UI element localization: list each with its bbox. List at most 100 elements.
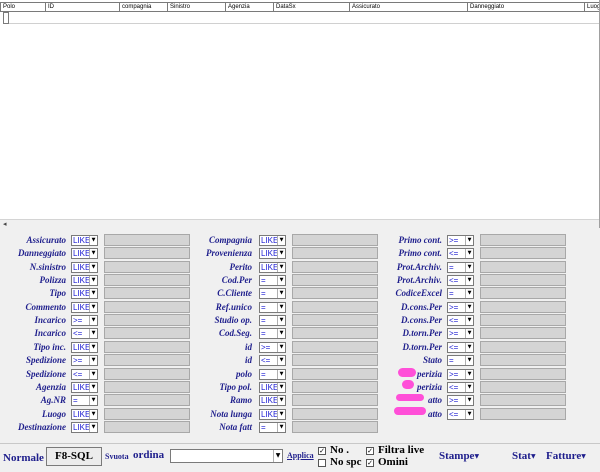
scroll-left-icon[interactable]: ◂ (3, 220, 11, 228)
column-header[interactable]: ID (45, 2, 119, 12)
svuota-ordina-link[interactable]: Svuota (105, 452, 129, 461)
chevron-down-icon[interactable]: ▼ (277, 423, 285, 432)
filter-value-input[interactable] (480, 274, 566, 286)
filter-value-input[interactable] (292, 354, 378, 366)
column-header[interactable]: Polo (0, 2, 45, 12)
chevron-down-icon[interactable]: ▼ (465, 383, 473, 392)
operator-select[interactable]: LIKE ▼ (259, 262, 286, 273)
filter-value-input[interactable] (480, 327, 566, 339)
chevron-down-icon[interactable]: ▼ (89, 316, 97, 325)
operator-select[interactable]: LIKE ▼ (71, 302, 98, 313)
operator-select[interactable]: LIKE ▼ (71, 275, 98, 286)
operator-select[interactable]: <= ▼ (447, 275, 474, 286)
chevron-down-icon[interactable]: ▼ (277, 303, 285, 312)
chevron-down-icon[interactable]: ▼ (277, 289, 285, 298)
chevron-down-icon[interactable]: ▼ (89, 249, 97, 258)
filter-value-input[interactable] (104, 408, 190, 420)
filter-value-input[interactable] (480, 287, 566, 299)
operator-select[interactable]: >= ▼ (259, 342, 286, 353)
fatture-menu[interactable]: Fatture▼ (546, 450, 586, 462)
filter-value-input[interactable] (104, 287, 190, 299)
operator-select[interactable]: = ▼ (259, 315, 286, 326)
chevron-down-icon[interactable]: ▼ (277, 356, 285, 365)
filter-value-input[interactable] (480, 368, 566, 380)
operator-select[interactable]: <= ▼ (259, 355, 286, 366)
chevron-down-icon[interactable]: ▼ (277, 316, 285, 325)
operator-select[interactable]: >= ▼ (447, 395, 474, 406)
filter-value-input[interactable] (480, 341, 566, 353)
chevron-down-icon[interactable]: ▼ (465, 356, 473, 365)
operator-select[interactable]: LIKE ▼ (71, 382, 98, 393)
operator-select[interactable]: <= ▼ (447, 382, 474, 393)
column-header[interactable]: Sinistro (167, 2, 225, 12)
operator-select[interactable]: LIKE ▼ (259, 409, 286, 420)
results-grid[interactable]: Polo ID compagnia Sinistro Agenzia DataSx Assi… (0, 0, 600, 228)
horizontal-scrollbar[interactable]: ◂ (0, 219, 599, 228)
operator-select[interactable]: <= ▼ (447, 409, 474, 420)
chevron-down-icon[interactable]: ▼ (465, 289, 473, 298)
chevron-down-icon[interactable]: ▼ (89, 276, 97, 285)
operator-select[interactable]: LIKE ▼ (259, 382, 286, 393)
chevron-down-icon[interactable]: ▼ (89, 236, 97, 245)
chevron-down-icon[interactable]: ▼ (465, 370, 473, 379)
operator-select[interactable]: LIKE ▼ (259, 395, 286, 406)
applica-link[interactable]: Applica (287, 451, 314, 460)
chevron-down-icon[interactable]: ▼ (465, 343, 473, 352)
filter-value-input[interactable] (480, 354, 566, 366)
operator-select[interactable]: >= ▼ (71, 355, 98, 366)
filter-value-input[interactable] (292, 368, 378, 380)
chevron-down-icon[interactable]: ▼ (465, 303, 473, 312)
filter-value-input[interactable] (292, 327, 378, 339)
filter-value-input[interactable] (104, 381, 190, 393)
operator-select[interactable]: LIKE ▼ (71, 422, 98, 433)
operator-select[interactable]: >= ▼ (71, 315, 98, 326)
filter-value-input[interactable] (480, 261, 566, 273)
chevron-down-icon[interactable]: ▼ (465, 316, 473, 325)
filter-value-input[interactable] (480, 394, 566, 406)
filter-value-input[interactable] (292, 301, 378, 313)
operator-select[interactable]: = ▼ (259, 302, 286, 313)
filter-value-input[interactable] (104, 421, 190, 433)
chevron-down-icon[interactable]: ▼ (465, 236, 473, 245)
operator-select[interactable]: >= ▼ (447, 235, 474, 246)
operator-select[interactable]: <= ▼ (447, 248, 474, 259)
chevron-down-icon[interactable]: ▼ (277, 276, 285, 285)
chevron-down-icon[interactable]: ▼ (465, 396, 473, 405)
operator-select[interactable]: LIKE ▼ (71, 342, 98, 353)
chevron-down-icon[interactable]: ▼ (277, 343, 285, 352)
operator-select[interactable]: >= ▼ (447, 302, 474, 313)
filter-value-input[interactable] (104, 301, 190, 313)
operator-select[interactable]: <= ▼ (447, 342, 474, 353)
chevron-down-icon[interactable]: ▼ (277, 383, 285, 392)
filter-value-input[interactable] (480, 408, 566, 420)
filter-value-input[interactable] (104, 314, 190, 326)
operator-select[interactable]: = ▼ (259, 275, 286, 286)
filter-value-input[interactable] (292, 341, 378, 353)
chevron-down-icon[interactable]: ▼ (89, 383, 97, 392)
chevron-down-icon[interactable]: ▼ (89, 343, 97, 352)
chevron-down-icon[interactable]: ▼ (89, 410, 97, 419)
chevron-down-icon[interactable]: ▼ (277, 410, 285, 419)
column-header[interactable]: DataSx (273, 2, 349, 12)
chevron-down-icon[interactable]: ▼ (465, 249, 473, 258)
chevron-down-icon[interactable]: ▼ (89, 370, 97, 379)
f8-sql-button[interactable]: F8-SQL (46, 447, 102, 466)
filter-value-input[interactable] (104, 274, 190, 286)
chevron-down-icon[interactable]: ▼ (465, 276, 473, 285)
operator-select[interactable]: LIKE ▼ (259, 248, 286, 259)
chevron-down-icon[interactable]: ▼ (89, 263, 97, 272)
column-header[interactable]: Agenzia (225, 2, 273, 12)
filtra-live-checkbox[interactable]: ✓ (366, 447, 374, 455)
operator-select[interactable]: <= ▼ (71, 369, 98, 380)
filter-value-input[interactable] (104, 234, 190, 246)
filter-value-input[interactable] (292, 421, 378, 433)
filter-value-input[interactable] (104, 368, 190, 380)
column-header[interactable]: Luog (584, 2, 599, 12)
operator-select[interactable]: = ▼ (447, 288, 474, 299)
filter-value-input[interactable] (104, 341, 190, 353)
chevron-down-icon[interactable]: ▼ (277, 370, 285, 379)
filter-value-input[interactable] (292, 394, 378, 406)
operator-select[interactable]: LIKE ▼ (71, 409, 98, 420)
operator-select[interactable]: >= ▼ (447, 369, 474, 380)
filter-value-input[interactable] (480, 314, 566, 326)
